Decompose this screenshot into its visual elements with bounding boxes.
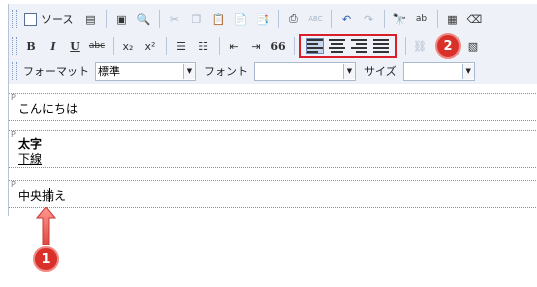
image-icon[interactable]: ▧ <box>463 36 483 56</box>
alignment-group-highlight <box>299 34 397 58</box>
undo-icon[interactable]: ↶ <box>336 9 356 29</box>
underlined-text[interactable]: 下線 <box>18 152 42 166</box>
unlink-icon[interactable]: ⛓ <box>410 36 430 56</box>
toolbar-separator <box>384 10 386 28</box>
format-label: フォーマット <box>23 65 89 78</box>
font-label: フォント <box>204 65 248 78</box>
align-justify-icon[interactable] <box>373 39 389 53</box>
toolbar-separator <box>294 37 295 55</box>
spellcheck-icon[interactable]: ABC <box>305 9 325 29</box>
source-label: ソース <box>41 13 74 26</box>
toolbar-row-2: B I U abc x₂ x² ☰ ☷ ⇤ ⇥ 66 ⛓ ⚓ <box>9 34 485 58</box>
copy-icon[interactable]: ❐ <box>186 9 206 29</box>
outdent-icon[interactable]: ⇤ <box>224 36 244 56</box>
superscript-button[interactable]: x² <box>140 36 160 56</box>
toolbar-separator <box>405 37 406 55</box>
italic-button[interactable]: I <box>43 36 63 56</box>
bold-button[interactable]: B <box>21 36 41 56</box>
size-label: サイズ <box>364 65 397 78</box>
chevron-down-icon[interactable]: ▼ <box>461 63 474 79</box>
save-icon[interactable]: ▣ <box>111 9 131 29</box>
replace-icon[interactable]: ab <box>411 9 431 29</box>
bold-text[interactable]: 太字 <box>18 137 42 151</box>
templates-icon[interactable]: ▤ <box>80 9 100 29</box>
paste-word-icon[interactable]: 📑 <box>252 9 272 29</box>
size-dropdown[interactable]: ▼ <box>402 61 475 81</box>
redo-icon[interactable]: ↷ <box>358 9 378 29</box>
toolbar-separator <box>113 37 114 55</box>
strikethrough-button[interactable]: abc <box>87 36 107 56</box>
preview-icon[interactable]: 🔍 <box>133 9 153 29</box>
font-dropdown[interactable]: ▼ <box>254 61 356 81</box>
toolbar-separator <box>278 10 280 28</box>
spellcheck-label: ABC <box>308 15 323 23</box>
toolbar-grip[interactable] <box>12 10 17 28</box>
text-cursor <box>49 188 50 202</box>
align-left-icon[interactable] <box>306 38 324 54</box>
toolbar-row-3: フォーマット 標準 ▼ フォント ▼ サイズ ▼ <box>9 59 475 83</box>
bulleted-list-icon[interactable]: ☷ <box>193 36 213 56</box>
print-icon[interactable]: ⎙ <box>283 9 303 29</box>
toolbar-separator <box>166 37 167 55</box>
step-badge-2: 2 <box>435 33 461 59</box>
toolbar-separator <box>106 10 108 28</box>
paragraph-block[interactable]: P 太字 下線 <box>9 130 537 168</box>
toolbar-separator <box>159 10 161 28</box>
toolbar-grip[interactable] <box>12 37 17 55</box>
paste-icon[interactable]: 📋 <box>208 9 228 29</box>
rich-text-editor: ソース ▤ ▣ 🔍 ✂ ❐ 📋 📄 📑 ⎙ ABC ↶ ↷ 🔭 ab ▦ ⌫ B… <box>8 4 537 216</box>
paragraph-text[interactable]: こんにちは <box>18 102 78 116</box>
paragraph-marker: P <box>11 180 16 189</box>
replace-label: ab <box>415 14 428 24</box>
numbered-list-icon[interactable]: ☰ <box>171 36 191 56</box>
format-dropdown[interactable]: 標準 ▼ <box>95 61 196 81</box>
remove-format-icon[interactable]: ⌫ <box>464 9 484 29</box>
paste-text-icon[interactable]: 📄 <box>230 9 250 29</box>
paragraph-block[interactable]: P こんにちは <box>9 93 537 121</box>
source-button[interactable]: ソース <box>21 9 76 29</box>
paragraph-block[interactable]: P 中央揃え <box>9 180 537 208</box>
find-icon[interactable]: 🔭 <box>389 9 409 29</box>
chevron-down-icon[interactable]: ▼ <box>343 63 355 79</box>
toolbar-row-1: ソース ▤ ▣ 🔍 ✂ ❐ 📋 📄 📑 ⎙ ABC ↶ ↷ 🔭 ab ▦ ⌫ <box>9 7 486 31</box>
source-icon <box>24 12 37 26</box>
toolbar-separator <box>331 10 333 28</box>
select-all-icon[interactable]: ▦ <box>442 9 462 29</box>
format-value: 標準 <box>98 65 120 78</box>
toolbar-grip[interactable] <box>12 62 17 80</box>
paragraph-text[interactable]: 中央揃え <box>18 189 66 203</box>
paragraph-marker: P <box>11 93 16 102</box>
align-center-icon[interactable] <box>329 39 345 53</box>
align-right-icon[interactable] <box>351 39 367 53</box>
arrow-up-icon <box>36 207 56 245</box>
blockquote-button[interactable]: 66 <box>268 36 288 56</box>
step-badge-1: 1 <box>33 246 59 272</box>
paragraph-marker: P <box>11 130 16 139</box>
cut-icon[interactable]: ✂ <box>164 9 184 29</box>
toolbar-separator <box>437 10 439 28</box>
indent-icon[interactable]: ⇥ <box>246 36 266 56</box>
subscript-button[interactable]: x₂ <box>118 36 138 56</box>
underline-button[interactable]: U <box>65 36 85 56</box>
chevron-down-icon[interactable]: ▼ <box>183 63 195 79</box>
toolbar-separator <box>219 37 220 55</box>
